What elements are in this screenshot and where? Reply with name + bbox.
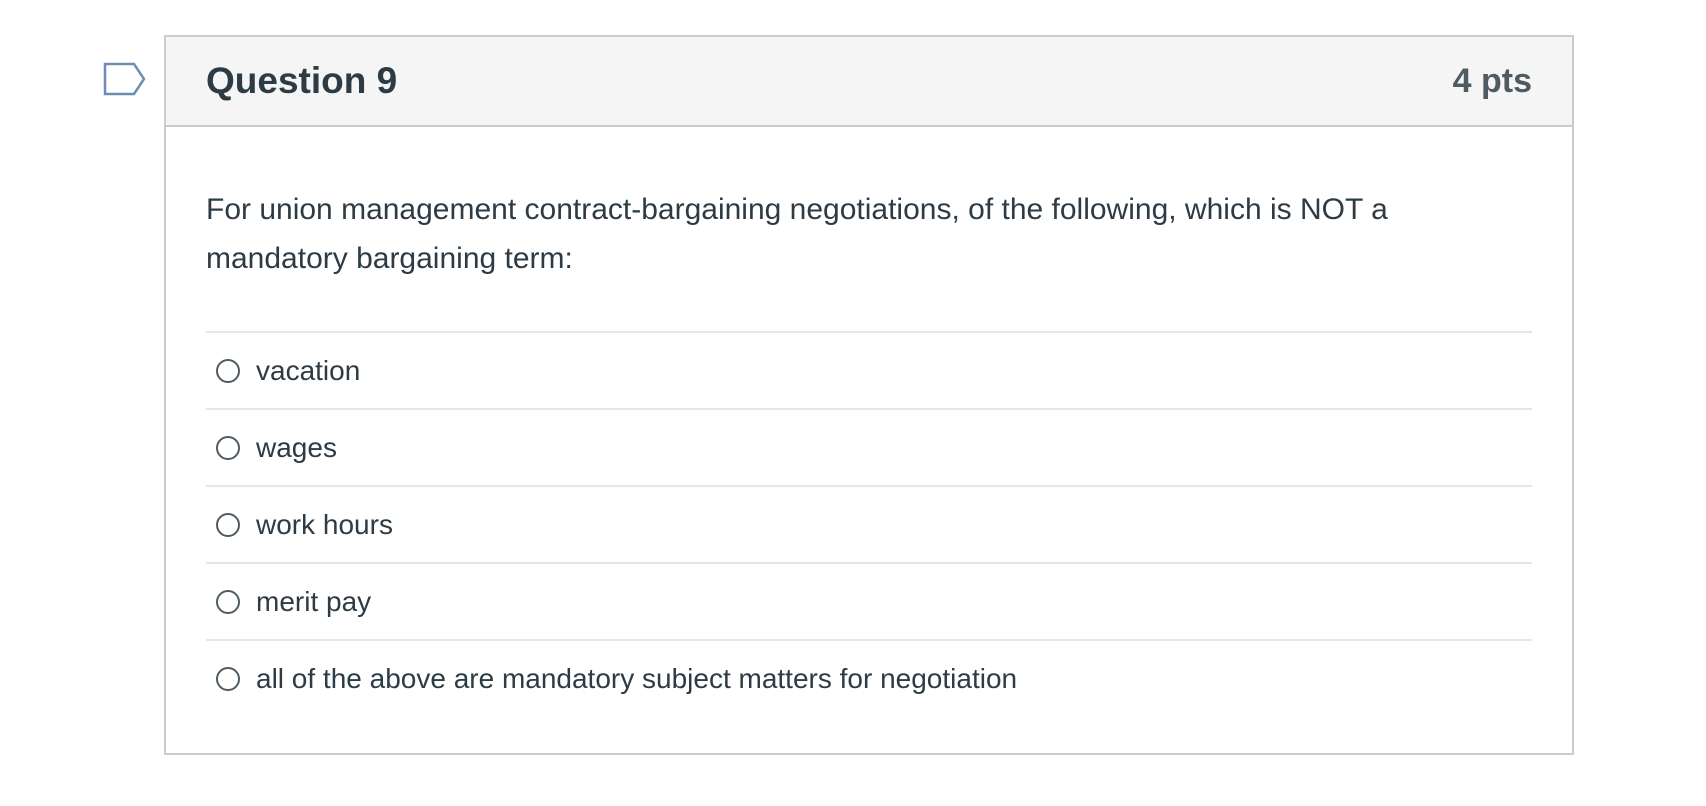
question-body: For union management contract-bargaining… <box>166 127 1572 716</box>
answer-label: wages <box>256 431 337 463</box>
radio-button[interactable] <box>216 358 240 383</box>
radio-button[interactable] <box>216 666 240 691</box>
answer-option[interactable]: vacation <box>206 333 1532 410</box>
answer-label: all of the above are mandatory subject m… <box>256 662 1018 694</box>
answer-option[interactable]: wages <box>206 410 1532 487</box>
question-text: For union management contract-bargaining… <box>206 193 1388 275</box>
flag-outline-icon <box>103 62 146 96</box>
question-header: Question 9 4 pts <box>166 37 1572 127</box>
question-title: Question 9 <box>206 60 398 101</box>
quiz-page: Question 9 4 pts For union management co… <box>0 0 1706 806</box>
radio-button[interactable] <box>216 589 240 614</box>
answer-label: work hours <box>256 508 393 540</box>
answer-option[interactable]: merit pay <box>206 564 1532 641</box>
flag-question-icon[interactable] <box>103 62 147 96</box>
radio-button[interactable] <box>216 435 240 460</box>
question-points: 4 pts <box>1452 61 1532 100</box>
answer-label: merit pay <box>256 585 372 617</box>
question-card: Question 9 4 pts For union management co… <box>164 35 1574 755</box>
answer-label: vacation <box>256 354 361 386</box>
answer-option[interactable]: work hours <box>206 487 1532 564</box>
answer-list: vacation wages work hours merit pay all … <box>206 331 1532 716</box>
answer-option[interactable]: all of the above are mandatory subject m… <box>206 641 1532 716</box>
radio-button[interactable] <box>216 512 240 537</box>
